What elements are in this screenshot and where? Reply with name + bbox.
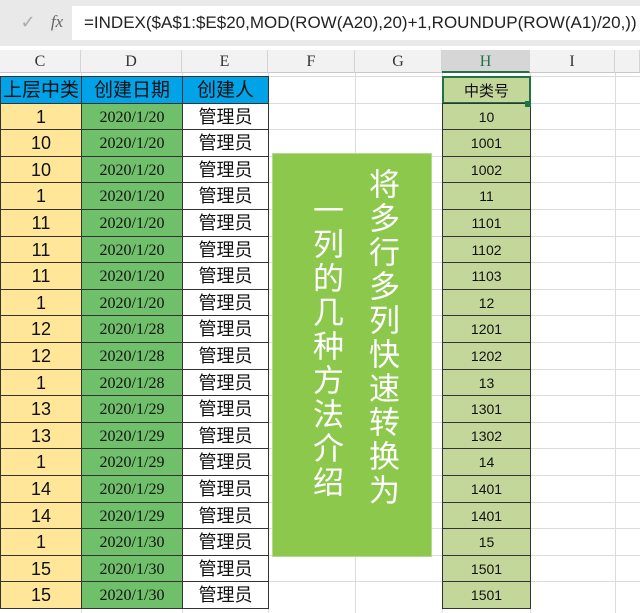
cell-h[interactable]: 1101 — [442, 209, 531, 237]
cell-e[interactable]: 管理员 — [182, 182, 269, 210]
cell-h[interactable]: 1201 — [442, 315, 531, 343]
cell-d[interactable]: 2020/1/30 — [81, 528, 183, 556]
column-header-c[interactable]: C — [0, 50, 81, 73]
banner-line2: 一列的几种方法介绍 — [307, 194, 343, 500]
cell-h[interactable]: 1202 — [442, 342, 531, 370]
cell-c[interactable]: 1 — [0, 182, 82, 210]
cell-h[interactable]: 1302 — [442, 422, 531, 450]
cell-h[interactable]: 1401 — [442, 475, 531, 503]
column-header-e[interactable]: E — [182, 50, 268, 73]
cell-h[interactable]: 14 — [442, 448, 531, 476]
cell-d[interactable]: 2020/1/20 — [81, 182, 183, 210]
header-cell-c[interactable]: 上层中类 — [0, 76, 82, 104]
cell-c[interactable]: 1 — [0, 103, 82, 131]
cell-e[interactable]: 管理员 — [182, 448, 269, 476]
cell-e[interactable]: 管理员 — [182, 502, 269, 530]
column-header-g[interactable]: G — [355, 50, 442, 73]
cell-c[interactable]: 12 — [0, 342, 82, 370]
cell-c[interactable]: 11 — [0, 262, 82, 290]
cell-h[interactable]: 15 — [442, 528, 531, 556]
cell-c[interactable]: 10 — [0, 156, 82, 184]
gridline — [615, 73, 616, 613]
cell-c[interactable]: 15 — [0, 555, 82, 583]
cell-e[interactable]: 管理员 — [182, 315, 269, 343]
column-header-h[interactable]: H — [442, 50, 530, 73]
cell-d[interactable]: 2020/1/20 — [81, 103, 183, 131]
cell-e[interactable]: 管理员 — [182, 581, 269, 609]
cell-h[interactable]: 1103 — [442, 262, 531, 290]
column-header-f[interactable]: F — [268, 50, 355, 73]
cell-h[interactable]: 12 — [442, 289, 531, 317]
cell-e[interactable]: 管理员 — [182, 555, 269, 583]
cell-c[interactable]: 14 — [0, 475, 82, 503]
cell-d[interactable]: 2020/1/28 — [81, 315, 183, 343]
cell-c[interactable]: 1 — [0, 369, 82, 397]
cell-d[interactable]: 2020/1/29 — [81, 422, 183, 450]
cell-e[interactable]: 管理员 — [182, 262, 269, 290]
cell-h[interactable]: 1501 — [442, 555, 531, 583]
cell-d[interactable]: 2020/1/20 — [81, 236, 183, 264]
cell-e[interactable]: 管理员 — [182, 342, 269, 370]
column-header-d[interactable]: D — [81, 50, 182, 73]
cell-d[interactable]: 2020/1/29 — [81, 448, 183, 476]
cell-c[interactable]: 11 — [0, 236, 82, 264]
banner-line1: 将多行多列快速转换为 — [363, 168, 399, 508]
cell-d[interactable]: 2020/1/29 — [81, 475, 183, 503]
fill-handle[interactable] — [525, 101, 531, 107]
check-icon[interactable]: ✓ — [8, 8, 48, 36]
cell-d[interactable]: 2020/1/20 — [81, 289, 183, 317]
cell-h[interactable]: 10 — [442, 103, 531, 131]
cell-d[interactable]: 2020/1/20 — [81, 262, 183, 290]
title-banner: 将多行多列快速转换为 一列的几种方法介绍 — [272, 153, 432, 557]
cell-d[interactable]: 2020/1/28 — [81, 369, 183, 397]
header-cell-d[interactable]: 创建日期 — [81, 76, 183, 104]
column-header-blank — [615, 50, 640, 73]
formula-input[interactable]: =INDEX($A$1:$E$20,MOD(ROW(A20),20)+1,ROU… — [72, 6, 640, 40]
cell-e[interactable]: 管理员 — [182, 395, 269, 423]
fx-icon[interactable]: fx — [44, 8, 70, 36]
cell-e[interactable]: 管理员 — [182, 236, 269, 264]
cell-d[interactable]: 2020/1/20 — [81, 129, 183, 157]
cell-e[interactable]: 管理员 — [182, 369, 269, 397]
cell-e[interactable]: 管理员 — [182, 103, 269, 131]
cell-e[interactable]: 管理员 — [182, 209, 269, 237]
cell-c[interactable]: 1 — [0, 448, 82, 476]
cell-d[interactable]: 2020/1/20 — [81, 209, 183, 237]
cell-c[interactable]: 13 — [0, 395, 82, 423]
cell-d[interactable]: 2020/1/30 — [81, 581, 183, 609]
cell-h[interactable]: 11 — [442, 182, 531, 210]
cell-h[interactable]: 1301 — [442, 395, 531, 423]
cell-d[interactable]: 2020/1/20 — [81, 156, 183, 184]
cell-c[interactable]: 14 — [0, 502, 82, 530]
cell-c[interactable]: 12 — [0, 315, 82, 343]
cell-e[interactable]: 管理员 — [182, 475, 269, 503]
cell-e[interactable]: 管理员 — [182, 156, 269, 184]
cell-h[interactable]: 13 — [442, 369, 531, 397]
cell-e[interactable]: 管理员 — [182, 289, 269, 317]
header-cell-h[interactable]: 中类号 — [442, 76, 531, 104]
cell-d[interactable]: 2020/1/29 — [81, 502, 183, 530]
cell-c[interactable]: 11 — [0, 209, 82, 237]
cell-d[interactable]: 2020/1/30 — [81, 555, 183, 583]
cell-c[interactable]: 13 — [0, 422, 82, 450]
column-header-i[interactable]: I — [530, 50, 615, 73]
cell-h[interactable]: 1102 — [442, 236, 531, 264]
cell-e[interactable]: 管理员 — [182, 129, 269, 157]
cell-c[interactable]: 10 — [0, 129, 82, 157]
cell-c[interactable]: 1 — [0, 528, 82, 556]
cell-c[interactable]: 15 — [0, 581, 82, 609]
cell-d[interactable]: 2020/1/29 — [81, 395, 183, 423]
cell-e[interactable]: 管理员 — [182, 422, 269, 450]
cell-e[interactable]: 管理员 — [182, 528, 269, 556]
cell-h[interactable]: 1501 — [442, 581, 531, 609]
cell-c[interactable]: 1 — [0, 289, 82, 317]
cell-h[interactable]: 1401 — [442, 502, 531, 530]
cell-d[interactable]: 2020/1/28 — [81, 342, 183, 370]
cell-h[interactable]: 1001 — [442, 129, 531, 157]
cell-h[interactable]: 1002 — [442, 156, 531, 184]
formula-bar: ✓ fx =INDEX($A$1:$E$20,MOD(ROW(A20),20)+… — [0, 0, 640, 46]
header-cell-e[interactable]: 创建人 — [182, 76, 269, 104]
